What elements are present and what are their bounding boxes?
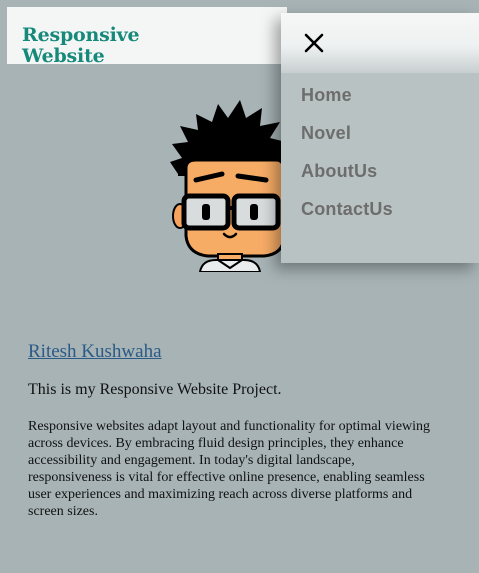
project-description: Responsive websites adapt layout and fun… [28,419,431,519]
side-menu: Home Novel AboutUs ContactUs [281,13,479,263]
menu-item-home[interactable]: Home [301,85,352,106]
project-tagline: This is my Responsive Website Project. [28,381,282,398]
menu-item-aboutus[interactable]: AboutUs [301,161,377,182]
avatar-illustration [166,96,286,273]
site-header: Responsive Website [7,7,287,67]
site-logo[interactable]: Responsive Website [22,24,140,67]
logo-line-2: Website [22,45,105,67]
logo-line-1: Responsive [22,24,140,46]
window-top-frame [0,0,479,7]
author-link[interactable]: Ritesh Kushwaha [28,341,162,363]
menu-item-novel[interactable]: Novel [301,123,351,144]
menu-item-contactus[interactable]: ContactUs [301,199,393,220]
close-icon[interactable] [303,32,325,54]
